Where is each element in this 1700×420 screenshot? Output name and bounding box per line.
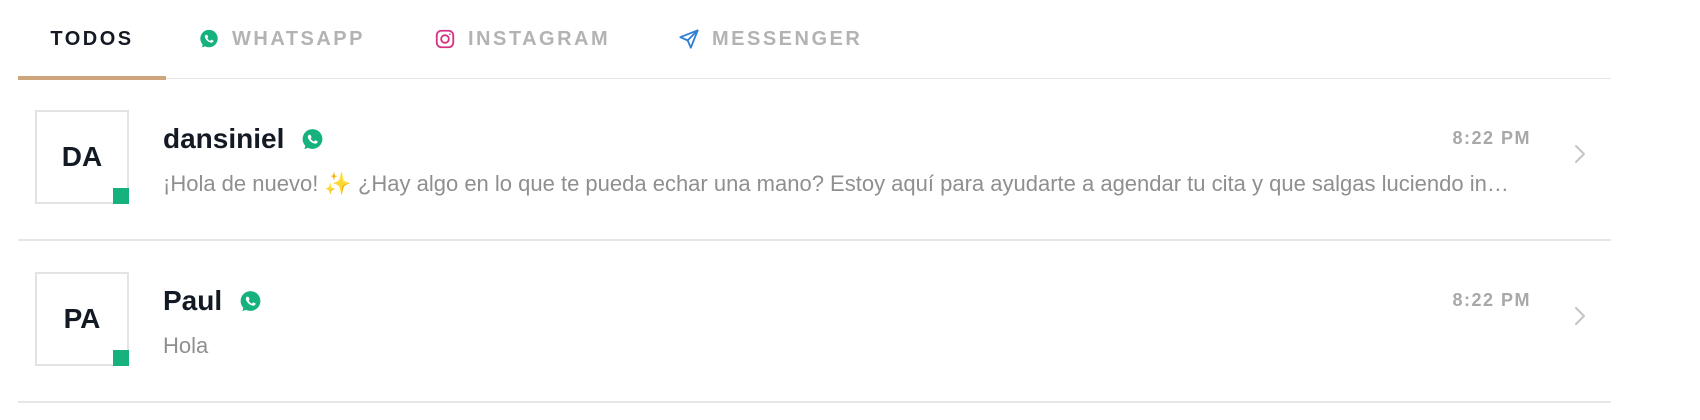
instagram-icon [434,28,456,50]
tab-messenger[interactable]: MESSENGER [678,0,868,78]
conversation-row[interactable]: PA Paul 8:22 PM Hola [18,241,1611,403]
tab-whatsapp[interactable]: WHATSAPP [198,0,370,78]
avatar-initials: PA [63,303,101,334]
message-preview: Hola [163,333,209,358]
message-preview: ¡Hola de nuevo! ✨ ¿Hay algo en lo que te… [163,171,1513,196]
chevron-right-icon[interactable] [1569,304,1591,328]
tab-label: INSTAGRAM [468,27,611,50]
tab-instagram[interactable]: INSTAGRAM [434,0,612,78]
tab-label: TODOS [50,27,134,50]
tab-todos[interactable]: TODOS [18,0,166,80]
contact-name-line: Paul [163,285,263,317]
avatar: DA [35,110,129,204]
whatsapp-icon [300,127,325,152]
chevron-right-icon[interactable] [1569,142,1591,166]
contact-name: Paul [163,285,223,316]
whatsapp-icon [198,28,220,50]
channel-tabs: TODOS WHATSAPP INSTAGRAM MESSENGER [18,0,1611,80]
contact-name: dansiniel [163,123,285,154]
online-status-indicator [113,350,129,366]
conversation-list: DA dansiniel 8:22 PM ¡Hola de nuevo! ✨ ¿… [18,79,1611,403]
contact-name-line: dansiniel [163,123,325,155]
message-time: 8:22 PM [1452,128,1531,148]
message-time: 8:22 PM [1452,290,1531,310]
whatsapp-icon [238,289,263,314]
tab-label: MESSENGER [712,27,863,50]
send-icon [678,28,700,50]
conversations-panel: TODOS WHATSAPP INSTAGRAM MESSENGER DA da… [0,0,1700,420]
tab-label: WHATSAPP [232,27,365,50]
avatar: PA [35,272,129,366]
online-status-indicator [113,188,129,204]
conversation-row[interactable]: DA dansiniel 8:22 PM ¡Hola de nuevo! ✨ ¿… [18,79,1611,241]
avatar-initials: DA [61,141,103,172]
